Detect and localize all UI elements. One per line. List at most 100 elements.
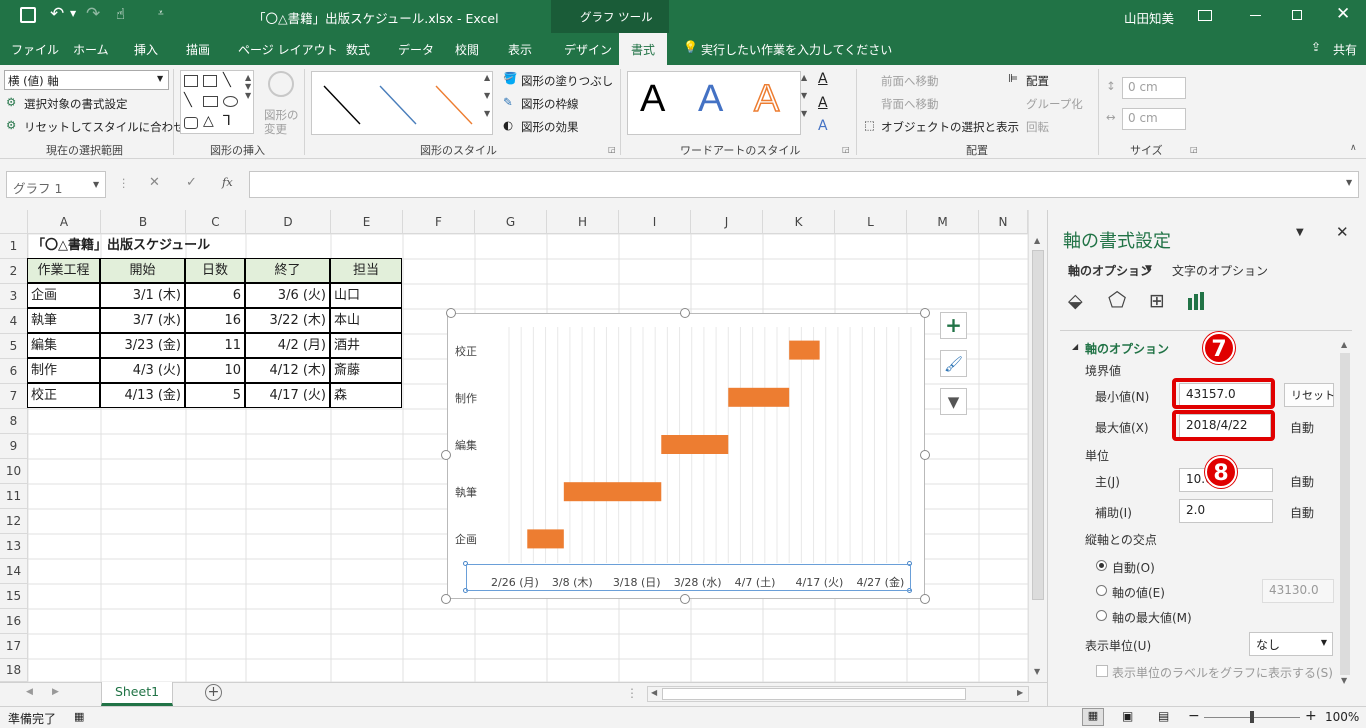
normal-view-icon[interactable]: ▦	[1082, 708, 1104, 726]
cross-auto-label[interactable]: 自動(O)	[1112, 559, 1155, 576]
resize-handle[interactable]	[441, 450, 451, 460]
tab-draw[interactable]: 描画	[186, 41, 210, 58]
table-cell[interactable]: 3/7 (水)	[100, 308, 185, 333]
table-cell[interactable]: 3/22 (木)	[245, 308, 330, 333]
table-cell[interactable]: 本山	[330, 308, 402, 333]
shape-effects-button[interactable]: 図形の効果	[521, 119, 579, 135]
scroll-thumb[interactable]	[1340, 353, 1350, 675]
table-cell[interactable]: 山口	[330, 283, 402, 308]
row-header-16[interactable]: 16	[0, 609, 28, 634]
collapse-ribbon-icon[interactable]: ∧	[1350, 143, 1357, 153]
scroll-thumb[interactable]	[662, 688, 966, 700]
text-fill-icon[interactable]: A	[818, 71, 828, 87]
gantt-chart[interactable]	[447, 313, 925, 599]
rounded-rectangle-icon[interactable]	[184, 117, 198, 129]
chart-styles-button[interactable]: 🖌	[940, 350, 967, 377]
table-cell[interactable]: 4/2 (月)	[245, 333, 330, 358]
scroll-up-icon[interactable]: ▲	[1341, 340, 1347, 349]
row-header-18[interactable]: 18	[0, 659, 28, 682]
bring-forward-button[interactable]: 前面へ移動	[881, 73, 939, 89]
chart-elements-dropdown[interactable]: 横 (値) 軸 ▼	[4, 70, 169, 90]
vertical-scrollbar[interactable]: ▲ ▼	[1028, 210, 1047, 682]
table-cell[interactable]: 16	[185, 308, 245, 333]
collapse-section-icon[interactable]: ◢	[1072, 342, 1078, 351]
shape-outline-button[interactable]: 図形の枠線	[521, 96, 579, 112]
column-header-F[interactable]: F	[403, 210, 475, 234]
zoom-in-icon[interactable]: +	[1305, 708, 1317, 724]
oval-icon[interactable]	[223, 96, 238, 107]
align-button[interactable]: 配置	[1026, 73, 1049, 89]
show-units-checkbox[interactable]	[1096, 665, 1108, 677]
gallery-scroll-icon[interactable]: ▲ ▼ ▼	[484, 73, 490, 118]
row-header-15[interactable]: 15	[0, 584, 28, 609]
column-header-M[interactable]: M	[907, 210, 979, 234]
table-cell[interactable]: 執筆	[27, 308, 100, 333]
column-header-C[interactable]: C	[186, 210, 246, 234]
dialog-launcher-icon[interactable]: ◲	[1190, 145, 1198, 154]
tab-formulas[interactable]: 数式	[346, 41, 370, 58]
send-backward-button[interactable]: 背面へ移動	[881, 96, 939, 112]
select-all-corner[interactable]	[0, 210, 28, 234]
column-header-E[interactable]: E	[331, 210, 403, 234]
fill-line-icon[interactable]: ⬙	[1068, 290, 1083, 312]
shape-fill-button[interactable]: 図形の塗りつぶし	[521, 73, 613, 89]
row-header-14[interactable]: 14	[0, 559, 28, 584]
wordart-style-black[interactable]: A	[640, 78, 665, 121]
size-properties-icon[interactable]: ⊞	[1149, 290, 1165, 312]
table-cell[interactable]: 3/1 (木)	[100, 283, 185, 308]
gantt-bar[interactable]	[728, 387, 790, 407]
text-effects-icon[interactable]: A	[818, 118, 828, 134]
row-header-1[interactable]: 1	[0, 234, 28, 259]
wordart-style-blue[interactable]: A	[698, 78, 723, 121]
gantt-bar[interactable]	[527, 529, 564, 549]
display-units-select[interactable]: なし ▼	[1249, 632, 1333, 656]
column-header-A[interactable]: A	[28, 210, 101, 234]
macro-record-icon[interactable]: ▦	[74, 710, 84, 723]
table-cell[interactable]: 校正	[27, 383, 100, 408]
tab-page-layout[interactable]: ページ レイアウト	[238, 41, 338, 58]
reset-style-button[interactable]: リセットしてスタイルに合わせる	[24, 119, 196, 135]
zoom-level[interactable]: 100%	[1325, 710, 1359, 724]
tab-design[interactable]: デザイン	[564, 41, 612, 58]
table-cell[interactable]: 4/12 (木)	[245, 358, 330, 383]
prev-sheet-icon[interactable]: ◀	[26, 687, 33, 697]
chart-filters-button[interactable]: ▼	[940, 388, 967, 415]
column-header-B[interactable]: B	[101, 210, 186, 234]
cross-auto-radio[interactable]	[1096, 560, 1107, 571]
gallery-scroll-icon[interactable]: ▲ ▼ ▼	[801, 73, 807, 118]
gallery-scroll-icon[interactable]: ▲ ▼ ▼	[245, 73, 251, 100]
dialog-launcher-icon[interactable]: ◲	[842, 145, 850, 154]
zoom-out-icon[interactable]: −	[1188, 708, 1200, 724]
row-header-11[interactable]: 11	[0, 484, 28, 509]
show-units-label[interactable]: 表示単位のラベルをグラフに表示する(S)	[1112, 664, 1333, 681]
table-cell[interactable]: 酒井	[330, 333, 402, 358]
row-header-10[interactable]: 10	[0, 459, 28, 484]
column-header-K[interactable]: K	[763, 210, 835, 234]
axis-options-icon[interactable]	[1188, 292, 1208, 310]
column-header-L[interactable]: L	[835, 210, 907, 234]
rotate-button[interactable]: 回転	[1026, 119, 1049, 135]
scroll-down-icon[interactable]: ▼	[1341, 676, 1347, 685]
gantt-bar[interactable]	[563, 482, 662, 502]
ribbon-display-icon[interactable]	[1198, 10, 1212, 21]
resize-handle[interactable]	[441, 594, 451, 604]
expand-formula-bar-icon[interactable]: ▼	[1346, 178, 1352, 187]
tab-file[interactable]: ファイル	[11, 41, 59, 58]
scroll-thumb[interactable]	[1032, 250, 1044, 600]
triangle-icon[interactable]: △	[203, 113, 214, 129]
column-header-G[interactable]: G	[475, 210, 547, 234]
row-header-4[interactable]: 4	[0, 309, 28, 334]
resize-handle[interactable]	[680, 594, 690, 604]
table-cell[interactable]: 4/3 (火)	[100, 358, 185, 383]
tab-view[interactable]: 表示	[508, 41, 532, 58]
gantt-bar[interactable]	[789, 340, 820, 360]
save-icon[interactable]	[20, 7, 36, 23]
row-header-2[interactable]: 2	[0, 259, 28, 284]
column-header-I[interactable]: I	[619, 210, 691, 234]
dialog-launcher-icon[interactable]: ◲	[608, 145, 616, 154]
column-header-N[interactable]: N	[979, 210, 1028, 234]
table-cell[interactable]: 10	[185, 358, 245, 383]
table-header-cell[interactable]: 作業工程	[27, 258, 100, 283]
tab-text-options[interactable]: 文字のオプション	[1172, 262, 1268, 279]
table-cell[interactable]: 3/23 (金)	[100, 333, 185, 358]
